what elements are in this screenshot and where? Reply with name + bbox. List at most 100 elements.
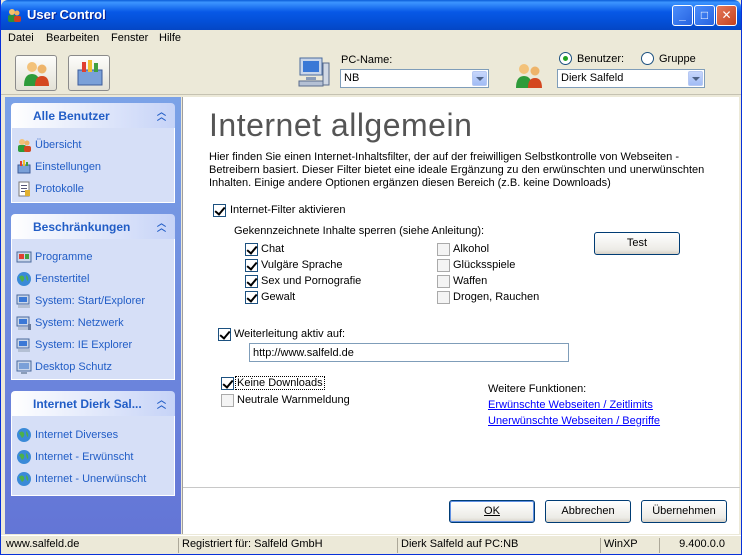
computer-icon (16, 338, 30, 352)
no-downloads-label: Keine Downloads (235, 376, 325, 390)
sidebar-section-alle-benutzer[interactable]: Alle Benutzer ︿ ︿ (11, 103, 175, 128)
category-weapons-label: Waffen (453, 275, 488, 287)
wanted-websites-link[interactable]: Erwünschte Webseiten / Zeitlimits (488, 399, 653, 411)
no-downloads-checkbox[interactable] (221, 377, 234, 390)
window-title: User Control (27, 7, 106, 22)
user-radio[interactable] (559, 52, 572, 65)
status-os: WinXP (600, 538, 658, 553)
users-icon (24, 62, 49, 86)
minimize-button[interactable]: _ (672, 5, 693, 26)
sidebar-panel-internet-user: Internet Diverses Internet - Erwünscht I… (11, 416, 175, 496)
section-title: Alle Benutzer (33, 109, 110, 123)
redirect-url-field[interactable] (250, 344, 568, 361)
collapse-icon[interactable]: ︿ ︿ (157, 219, 167, 233)
category-vulgar-label: Vulgäre Sprache (261, 259, 343, 271)
block-content-label: Gekennzeichnete Inhalte sperren (siehe A… (234, 225, 485, 237)
collapse-icon[interactable]: ︿ ︿ (157, 396, 167, 410)
users-tool-button[interactable] (15, 55, 57, 91)
globe-icon (17, 450, 31, 464)
more-functions-label: Weitere Funktionen: (488, 383, 587, 395)
close-button[interactable]: ✕ (716, 5, 737, 26)
main-window: User Control _ □ ✕ Datei Bearbeiten Fens… (0, 0, 742, 555)
status-registered: Registriert für: Salfeld GmbH (178, 538, 396, 553)
neutral-warning-checkbox[interactable] (221, 394, 234, 407)
redirect-checkbox[interactable] (218, 328, 231, 341)
user-radio-label: Benutzer: (577, 53, 625, 65)
category-vulgar-checkbox[interactable] (245, 259, 258, 272)
computer-icon (298, 57, 330, 87)
category-gambling-label: Glücksspiele (453, 259, 516, 271)
menu-hilfe[interactable]: Hilfe (159, 32, 181, 44)
menu-bearbeiten[interactable]: Bearbeiten (46, 32, 99, 44)
category-drugs-checkbox[interactable] (437, 291, 450, 304)
section-title: Internet Dierk Sal... (33, 397, 142, 411)
toolbox-icon (77, 60, 103, 86)
group-radio[interactable] (641, 52, 654, 65)
pc-name-value: NB (344, 72, 360, 84)
menu-fenster[interactable]: Fenster (111, 32, 148, 44)
page-title: Internet allgemein (209, 107, 473, 143)
pc-name-select[interactable]: NB (340, 69, 489, 88)
page-description: Hier finden Sie einen Internet-Inhaltsfi… (209, 151, 705, 189)
sidebar: Alle Benutzer ︿ ︿ Übersicht Einstellungen… (5, 97, 181, 534)
log-icon (18, 181, 30, 197)
category-violence-label: Gewalt (261, 291, 296, 303)
content-pane: Internet allgemein Hier finden Sie einen… (182, 97, 740, 534)
group-radio-label: Gruppe (659, 53, 696, 65)
apply-button[interactable]: Übernehmen (641, 500, 727, 523)
category-weapons-checkbox[interactable] (437, 275, 450, 288)
computer-icon (16, 294, 30, 308)
status-user-pc: Dierk Salfeld auf PC:NB (397, 538, 599, 553)
section-title: Beschränkungen (33, 220, 131, 234)
user-select[interactable]: Dierk Salfeld (557, 69, 705, 88)
user-value: Dierk Salfeld (561, 72, 624, 84)
neutral-warning-label: Neutrale Warnmeldung (237, 394, 350, 406)
redirect-label: Weiterleitung aktiv auf: (234, 328, 346, 340)
status-bar: www.salfeld.de Registriert für: Salfeld … (1, 535, 741, 554)
divider (183, 487, 740, 488)
chevron-down-icon[interactable] (472, 71, 487, 86)
ok-button[interactable]: OK (449, 500, 535, 523)
internet-filter-checkbox[interactable] (213, 204, 226, 217)
category-chat-checkbox[interactable] (245, 243, 258, 256)
category-alcohol-checkbox[interactable] (437, 243, 450, 256)
user-control-app-icon (8, 9, 21, 22)
globe-icon (17, 272, 31, 286)
settings-icon (17, 160, 31, 174)
users-icon (18, 139, 31, 152)
category-chat-label: Chat (261, 243, 285, 255)
menu-datei[interactable]: Datei (8, 32, 34, 44)
pc-name-label: PC-Name: (341, 54, 393, 66)
ok-button-label: OK (484, 505, 500, 517)
toolbar: PC-Name: NB Benutzer: Gruppe Dierk Salfe… (1, 47, 741, 95)
sidebar-panel-alle-benutzer: Übersicht Einstellungen Protokolle (11, 128, 175, 203)
sidebar-section-internet-user[interactable]: Internet Dierk Sal... ︿ ︿ (11, 391, 175, 416)
desktop-icon (16, 360, 32, 374)
cancel-button[interactable]: Abbrechen (545, 500, 631, 523)
unwanted-websites-link[interactable]: Unerwünschte Webseiten / Begriffe (488, 415, 660, 427)
category-gambling-checkbox[interactable] (437, 259, 450, 272)
globe-icon (17, 472, 31, 486)
test-button[interactable]: Test (594, 232, 680, 255)
collapse-icon[interactable]: ︿ ︿ (157, 108, 167, 122)
sidebar-section-beschraenkungen[interactable]: Beschränkungen ︿ ︿ (11, 214, 175, 239)
programs-icon (16, 251, 32, 263)
network-icon (16, 316, 31, 330)
sidebar-panel-beschraenkungen: Programme Fenstertitel System: Start/Exp… (11, 239, 175, 380)
category-alcohol-label: Alkohol (453, 243, 490, 255)
user-group-icon (516, 64, 542, 88)
chevron-down-icon[interactable] (688, 71, 703, 86)
category-sex-label: Sex und Pornografie (261, 275, 362, 287)
redirect-url-input[interactable] (249, 343, 569, 362)
menu-bar: Datei Bearbeiten Fenster Hilfe (1, 30, 741, 47)
status-version: 9.400.0.0 (659, 538, 739, 553)
internet-filter-label: Internet-Filter aktivieren (230, 204, 346, 216)
category-violence-checkbox[interactable] (245, 291, 258, 304)
title-bar[interactable]: User Control _ □ ✕ (1, 0, 741, 30)
globe-icon (17, 428, 31, 442)
status-website: www.salfeld.de (6, 538, 80, 550)
category-sex-checkbox[interactable] (245, 275, 258, 288)
category-drugs-label: Drogen, Rauchen (453, 291, 540, 303)
maximize-button[interactable]: □ (694, 5, 715, 26)
tools-tool-button[interactable] (68, 55, 110, 91)
